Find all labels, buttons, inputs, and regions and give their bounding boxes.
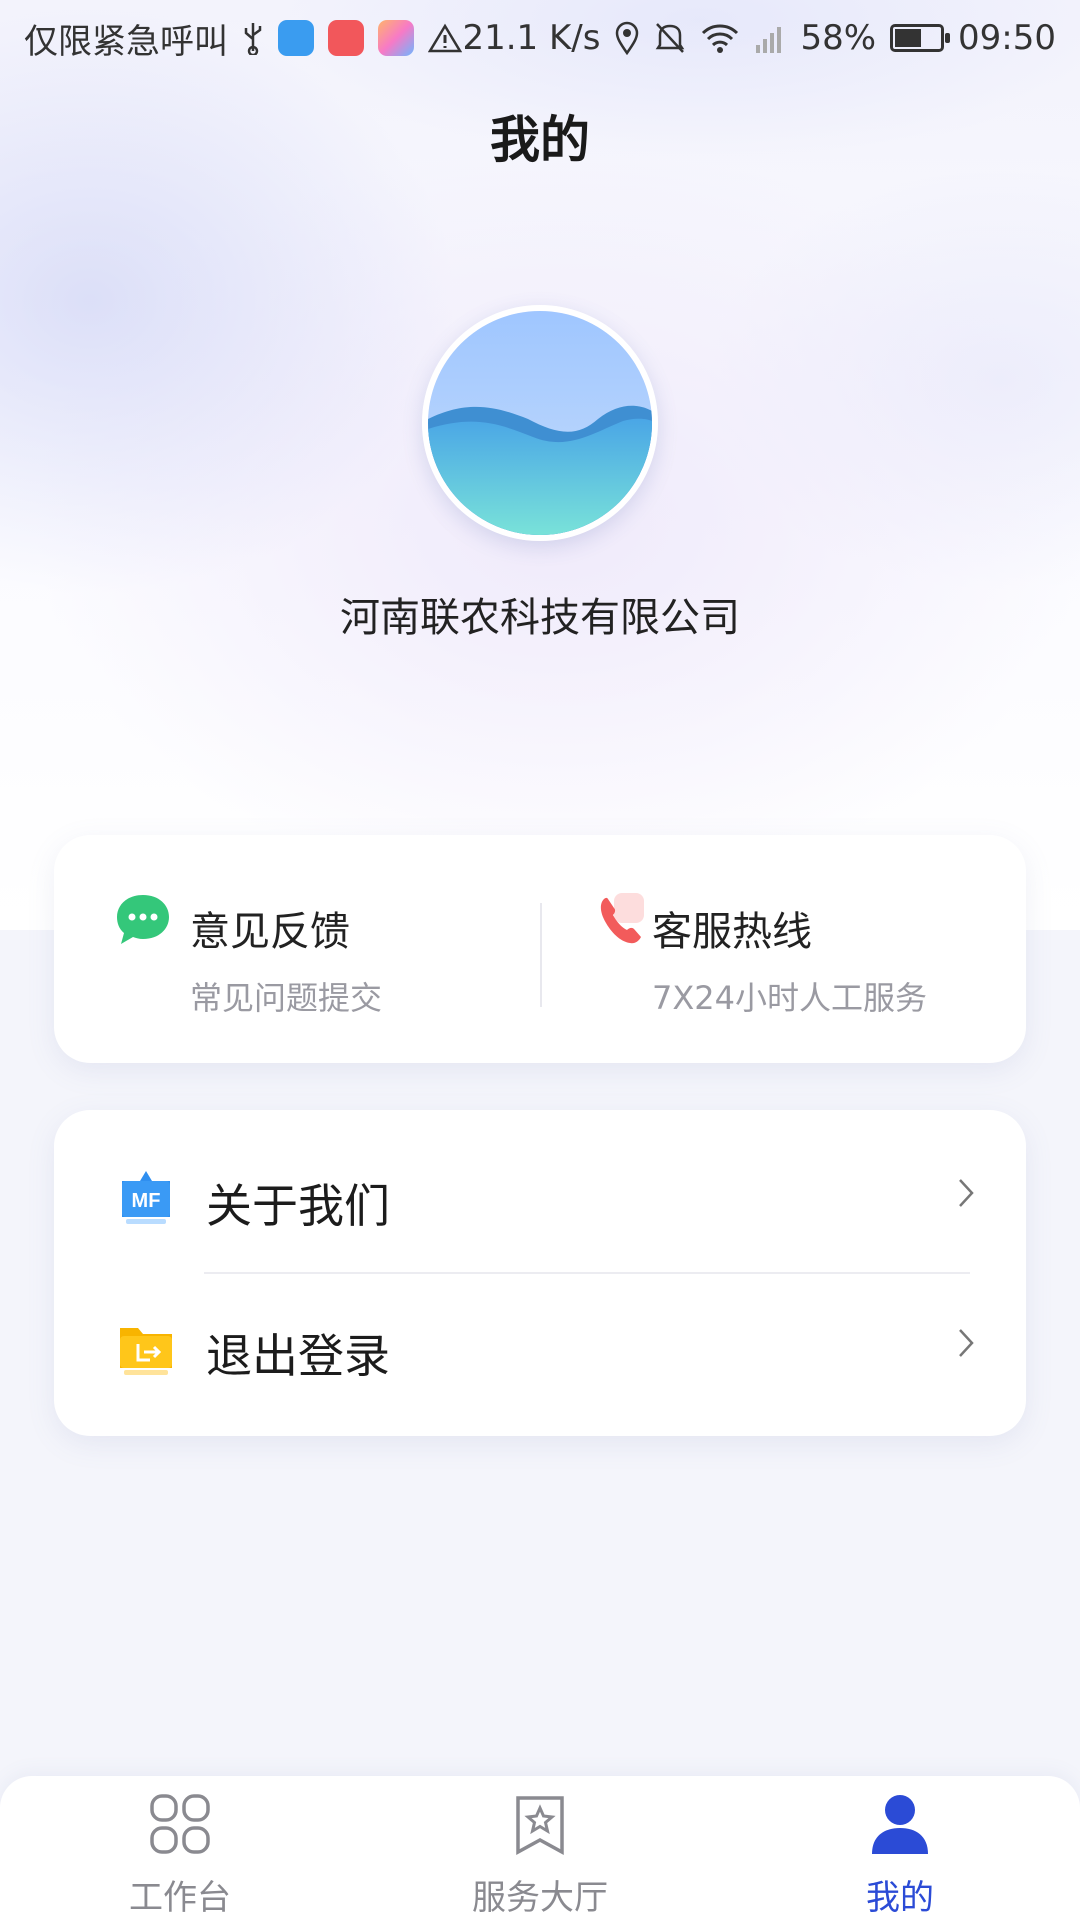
tab-mine-label: 我的 bbox=[866, 1878, 934, 1918]
phone-icon bbox=[594, 891, 652, 949]
grid-icon bbox=[148, 1792, 212, 1856]
hotline-button[interactable]: 客服热线 7X24小时人工服务 bbox=[540, 835, 1026, 1063]
chevron-right-icon bbox=[956, 1174, 976, 1220]
wifi-icon bbox=[700, 22, 740, 54]
logout-folder-icon bbox=[116, 1318, 176, 1378]
logout-label: 退出登录 bbox=[206, 1329, 390, 1383]
theme-app-icon bbox=[378, 20, 414, 56]
feedback-subtitle: 常见问题提交 bbox=[190, 979, 383, 1017]
tab-workbench[interactable]: 工作台 bbox=[80, 1776, 280, 1920]
logout-item[interactable]: 退出登录 bbox=[54, 1272, 1026, 1422]
assistant-app-icon bbox=[278, 20, 314, 56]
tab-service-hall[interactable]: 服务大厅 bbox=[440, 1776, 640, 1920]
user-icon bbox=[868, 1792, 932, 1856]
status-bar: 仅限紧急呼叫 21.1 K/s 58% 09:50 bbox=[0, 0, 1080, 76]
signal-icon bbox=[754, 21, 786, 55]
company-name: 河南联农科技有限公司 bbox=[340, 595, 740, 641]
net-speed-text: 21.1 K/s bbox=[462, 18, 601, 58]
quick-actions-card: 意见反馈 常见问题提交 客服热线 7X24小时人工服务 bbox=[54, 835, 1026, 1063]
about-us-label: 关于我们 bbox=[206, 1179, 390, 1233]
bottom-tab-bar: 工作台 服务大厅 我的 bbox=[0, 1776, 1080, 1920]
tab-mine[interactable]: 我的 bbox=[800, 1776, 1000, 1920]
svg-text:MF: MF bbox=[132, 1190, 161, 1212]
tab-service-hall-label: 服务大厅 bbox=[472, 1878, 608, 1918]
menu-card: MF 关于我们 退出登录 bbox=[54, 1110, 1026, 1436]
huawei-app-icon bbox=[328, 20, 364, 56]
avatar[interactable] bbox=[422, 305, 658, 541]
chevron-right-icon bbox=[956, 1324, 976, 1370]
feedback-title: 意见反馈 bbox=[190, 909, 350, 955]
bookmark-star-icon bbox=[508, 1792, 572, 1856]
clock: 09:50 bbox=[958, 18, 1056, 58]
battery-icon bbox=[890, 24, 951, 52]
tab-workbench-label: 工作台 bbox=[129, 1878, 231, 1918]
chat-bubble-icon bbox=[114, 891, 172, 949]
mf-badge-icon: MF bbox=[116, 1167, 176, 1227]
hotline-subtitle: 7X24小时人工服务 bbox=[652, 979, 928, 1017]
hotline-title: 客服热线 bbox=[652, 909, 812, 955]
page-title: 我的 bbox=[490, 111, 590, 169]
location-icon bbox=[614, 21, 640, 55]
battery-percent: 58% bbox=[800, 18, 877, 58]
about-us-item[interactable]: MF 关于我们 bbox=[54, 1122, 1026, 1272]
feedback-button[interactable]: 意见反馈 常见问题提交 bbox=[54, 835, 540, 1063]
mute-icon bbox=[654, 21, 686, 55]
usb-icon bbox=[242, 21, 264, 55]
carrier-text: 仅限紧急呼叫 bbox=[24, 21, 228, 62]
warning-icon bbox=[428, 23, 462, 53]
